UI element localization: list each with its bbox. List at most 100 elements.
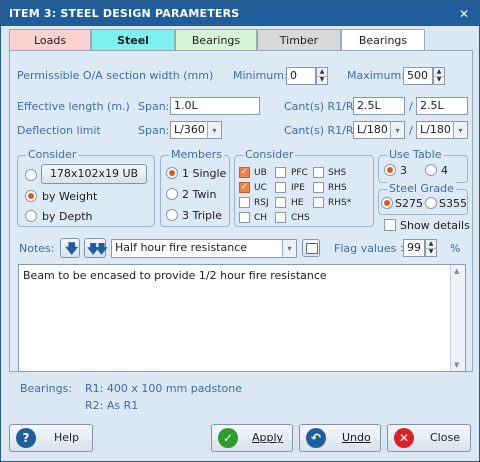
- radio-single[interactable]: [166, 167, 178, 179]
- section-width-label: Permissible O/A section width (mm): [17, 69, 214, 82]
- notes-textarea[interactable]: Beam to be encased to provide 1/2 hour f…: [18, 264, 466, 372]
- steel-grade-title: Steel Grade: [387, 182, 456, 195]
- section-select-button[interactable]: 178x102x19 UB: [41, 164, 147, 184]
- defl-span-select[interactable]: L/360 ▾: [170, 121, 222, 139]
- minimum-label: Minimum:: [233, 69, 288, 82]
- notes-label: Notes:: [19, 242, 55, 255]
- checkmark-icon: ✓: [218, 428, 238, 448]
- maximum-spinner[interactable]: ▲ ▼: [433, 67, 445, 85]
- radio-twin[interactable]: [166, 188, 178, 200]
- section-types-title: Consider: [243, 148, 296, 161]
- notes-select[interactable]: Half hour fire resistance ▾: [111, 239, 297, 258]
- radio-s275[interactable]: [381, 197, 393, 209]
- deflection-label: Deflection limit: [17, 124, 101, 137]
- eff-span-label: Span:: [138, 100, 170, 113]
- bearings-r2: R2: As R1: [85, 399, 139, 412]
- radio-by-depth[interactable]: [25, 210, 37, 222]
- notes-select-value: Half hour fire resistance: [115, 241, 248, 254]
- ipe-label: IPE: [291, 183, 305, 193]
- ch-label: CH: [254, 213, 268, 223]
- table-4-label: 4: [441, 164, 448, 177]
- checkbox-rhs-star[interactable]: [313, 197, 324, 208]
- undo-button[interactable]: ↶ Undo: [299, 424, 381, 452]
- checkbox-uc[interactable]: ✓: [239, 182, 250, 193]
- chs-label: CHS: [291, 213, 310, 223]
- help-label: Help: [54, 431, 80, 444]
- tab-timber[interactable]: Timber: [257, 29, 341, 50]
- uc-label: UC: [254, 183, 267, 193]
- triple-label: 3 Triple: [182, 209, 222, 222]
- radio-table-3[interactable]: [384, 164, 396, 176]
- defl-separator: /: [409, 124, 413, 137]
- defl-cant1-select[interactable]: L/180 ▾: [353, 121, 405, 139]
- show-details-label: Show details: [400, 219, 470, 232]
- checkbox-ub[interactable]: ✓: [239, 167, 250, 178]
- maximum-input[interactable]: 500: [403, 67, 433, 85]
- rhs-star-label: RHS*: [328, 198, 352, 208]
- ub-label: UB: [254, 168, 267, 178]
- notes-scrollbar[interactable]: ▲ ▼: [450, 265, 465, 371]
- consider-group-title: Consider: [26, 148, 79, 161]
- eff-cant1-input[interactable]: 2.5L: [353, 97, 405, 115]
- checkbox-pfc[interactable]: [275, 167, 286, 178]
- checkbox-rhs[interactable]: [313, 182, 324, 193]
- chevron-down-icon: ▾: [390, 122, 404, 138]
- s355-label: S355: [439, 197, 467, 210]
- effective-length-label: Effective length (m.): [17, 100, 130, 113]
- defl-span-value: L/360: [174, 123, 205, 136]
- checkbox-he[interactable]: [275, 197, 286, 208]
- radio-triple[interactable]: [166, 209, 178, 221]
- apply-button[interactable]: ✓ Apply: [211, 424, 293, 452]
- notes-edit-button[interactable]: [302, 239, 320, 257]
- show-details-checkbox[interactable]: [384, 219, 396, 231]
- checkbox-ch[interactable]: [239, 212, 250, 223]
- s275-label: S275: [395, 197, 423, 210]
- defl-cant2-select[interactable]: L/180 ▾: [416, 121, 468, 139]
- checkbox-shs[interactable]: [313, 167, 324, 178]
- move-down-button[interactable]: 🡇: [60, 238, 80, 258]
- by-depth-label: by Depth: [42, 210, 93, 223]
- close-icon[interactable]: ✕: [457, 7, 471, 21]
- flag-values-label: Flag values >: [334, 242, 410, 255]
- title-bar: ITEM 3: STEEL DESIGN PARAMETERS ✕: [1, 1, 479, 26]
- radio-table-4[interactable]: [425, 164, 437, 176]
- radio-section[interactable]: [25, 169, 37, 181]
- flag-values-spinner[interactable]: ▲ ▼: [425, 239, 437, 257]
- move-bottom-button[interactable]: 🡇🡇: [84, 238, 108, 258]
- close-label: Close: [430, 431, 460, 444]
- pfc-label: PFC: [291, 168, 308, 178]
- by-weight-label: by Weight: [42, 190, 98, 203]
- checkbox-rsj[interactable]: [239, 197, 250, 208]
- scroll-up-icon[interactable]: ▲: [454, 267, 459, 275]
- close-button[interactable]: ✕ Close: [387, 424, 471, 452]
- rsj-label: RSJ: [254, 198, 269, 208]
- radio-by-weight[interactable]: [25, 190, 37, 202]
- tab-loads[interactable]: Loads: [9, 29, 91, 50]
- shs-label: SHS: [328, 168, 347, 178]
- flag-values-input[interactable]: 99: [403, 239, 425, 257]
- checkbox-ipe[interactable]: [275, 182, 286, 193]
- tab-bar: Loads Steel Bearings Timber Bearings: [9, 29, 473, 51]
- checkbox-chs[interactable]: [275, 212, 286, 223]
- radio-s355[interactable]: [425, 197, 437, 209]
- twin-label: 2 Twin: [182, 188, 217, 201]
- apply-label: Apply: [252, 431, 284, 444]
- minimum-spinner[interactable]: ▲ ▼: [316, 67, 328, 85]
- minimum-input[interactable]: 0: [286, 67, 316, 85]
- he-label: HE: [291, 198, 304, 208]
- notes-text: Beam to be encased to provide 1/2 hour f…: [23, 269, 327, 282]
- bearings-info-label: Bearings:: [20, 382, 73, 395]
- tab-steel[interactable]: Steel: [91, 29, 175, 51]
- eff-span-input[interactable]: 1.0L: [170, 97, 260, 115]
- eff-cant2-input[interactable]: 2.5L: [416, 97, 468, 115]
- window-title: ITEM 3: STEEL DESIGN PARAMETERS: [9, 7, 240, 20]
- dialog-window: ITEM 3: STEEL DESIGN PARAMETERS ✕ Loads …: [0, 0, 480, 462]
- undo-icon: ↶: [306, 428, 326, 448]
- tab-bearings[interactable]: Bearings: [175, 29, 257, 50]
- help-button[interactable]: ? Help: [9, 424, 93, 452]
- scroll-down-icon[interactable]: ▼: [454, 361, 459, 369]
- chevron-down-icon: ▾: [453, 122, 467, 138]
- undo-label: Undo: [342, 431, 371, 444]
- tab-bearings-2[interactable]: Bearings: [341, 29, 425, 50]
- rhs-label: RHS: [328, 183, 347, 193]
